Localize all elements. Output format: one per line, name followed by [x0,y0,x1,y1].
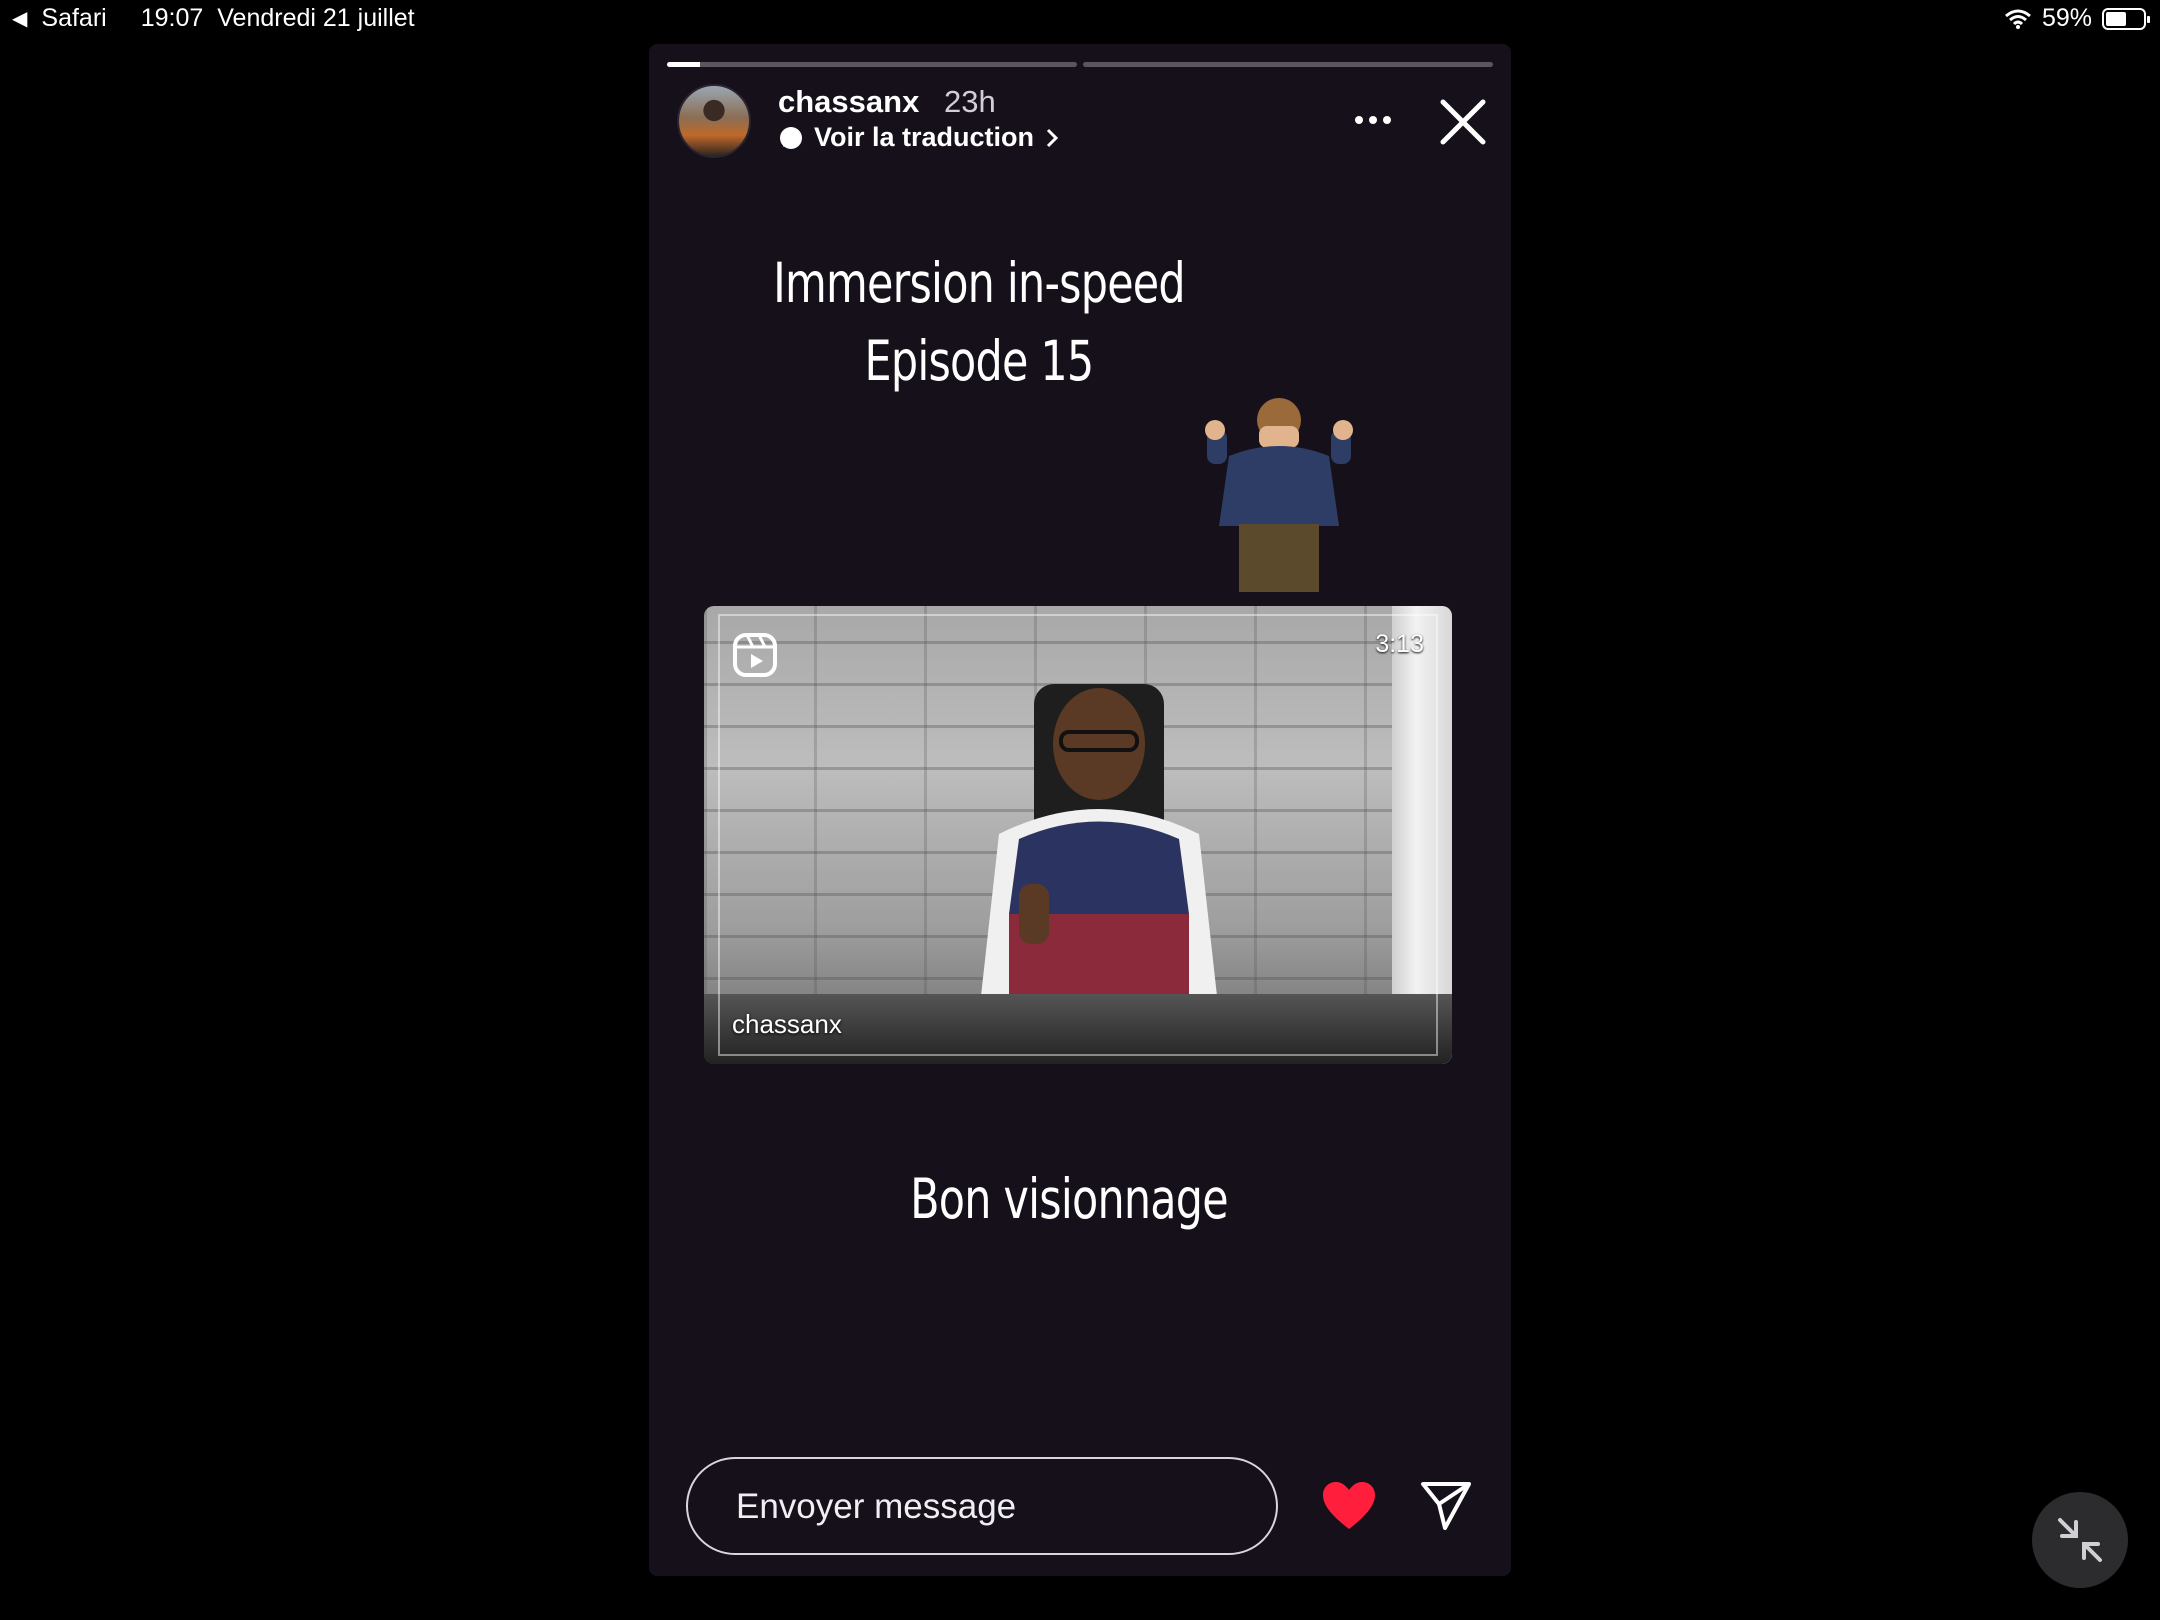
battery-icon [2102,7,2150,30]
status-date: Vendredi 21 juillet [217,4,415,32]
message-field[interactable] [686,1457,1278,1555]
person-sticker [1205,398,1353,592]
translate-bubble-icon [780,126,802,149]
title-line-2: Episode 15 [864,329,1095,393]
translate-label: Voir la traduction [814,122,1035,152]
battery-percent: 59% [2041,4,2092,32]
translate-link[interactable]: Voir la traduction [778,122,1060,153]
reel-duration: 3:13 [1375,630,1424,658]
more-icon[interactable] [1349,108,1397,132]
title-line-1: Immersion in-speed [773,251,1186,315]
back-arrow-icon[interactable]: ◀ [12,6,27,31]
video-frame-overlay [718,614,1438,1056]
message-input[interactable] [734,1459,1258,1555]
progress-segment [667,62,1077,67]
heart-icon[interactable] [1321,1481,1377,1531]
status-bar: ◀ Safari 19:07 Vendredi 21 juillet 59% [0,0,2160,40]
minimize-button[interactable] [2032,1492,2128,1588]
reel-icon [733,633,777,677]
close-icon[interactable] [1437,96,1489,148]
minimize-icon [2058,1518,2102,1562]
story-progress [667,62,1493,67]
avatar[interactable] [677,84,751,158]
story-username[interactable]: chassanx [778,84,919,120]
story-time: 23h [944,84,996,119]
back-app-label[interactable]: Safari [41,4,106,33]
progress-segment [1083,62,1493,67]
status-time: 19:07 [140,4,204,32]
reel-preview[interactable]: 3:13 chassanx [704,606,1452,1064]
story-viewer[interactable]: chassanx 23h Voir la traduction Immersio… [649,44,1511,1576]
wifi-icon [2004,9,2031,29]
reel-author[interactable]: chassanx [732,1009,842,1040]
story-title: Immersion in-speed Episode 15 [722,244,1237,400]
story-caption: Bon visionnage [910,1167,1228,1231]
send-icon[interactable] [1419,1478,1473,1532]
chevron-right-icon [1046,128,1059,147]
